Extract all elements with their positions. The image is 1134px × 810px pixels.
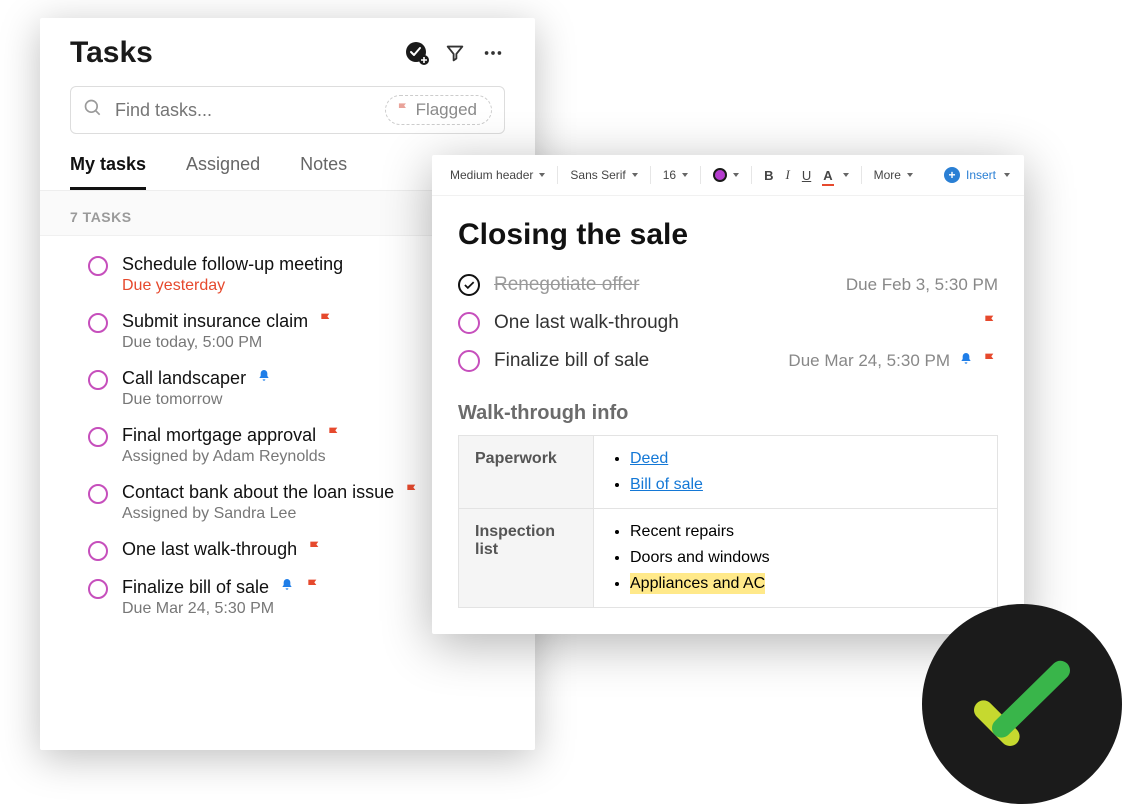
tasks-title: Tasks [70,36,153,70]
task-checkbox[interactable] [458,312,480,334]
filter-icon[interactable] [443,41,467,65]
bell-icon [279,577,295,598]
chevron-down-icon [733,173,739,177]
editor-toolbar: Medium header Sans Serif 16 B I U A More… [432,155,1024,196]
flagged-filter-chip[interactable]: Flagged [385,95,492,125]
table-header: Paperwork [459,436,594,509]
task-title: Contact bank about the loan issue [122,482,394,503]
chevron-down-icon [632,173,638,177]
note-task-title: Finalize bill of sale [494,350,649,372]
flag-icon [326,425,342,446]
task-title: One last walk-through [122,539,297,560]
flag-icon [307,539,323,560]
link-bill-of-sale[interactable]: Bill of sale [630,476,703,493]
task-checkbox[interactable] [88,313,108,333]
italic-button[interactable]: I [782,165,794,185]
tab-my-tasks[interactable]: My tasks [70,154,146,190]
tab-assigned[interactable]: Assigned [186,154,260,190]
flag-icon [404,482,420,503]
task-checkbox[interactable] [458,350,480,372]
search-icon [83,98,103,123]
tasks-header-actions [405,41,505,65]
bold-button[interactable]: B [760,166,777,185]
task-checkbox[interactable] [88,541,108,561]
flag-icon [396,100,410,120]
note-task-due: Due Mar 24, 5:30 PM [788,351,950,371]
tab-notes[interactable]: Notes [300,154,347,190]
chevron-down-icon [1004,173,1010,177]
fontsize-dropdown[interactable]: 16 [659,166,692,184]
task-title: Final mortgage approval [122,425,316,446]
color-picker[interactable] [709,166,743,184]
task-checkbox[interactable] [88,427,108,447]
info-table: Paperwork Deed Bill of sale Inspection l… [458,435,998,608]
chevron-down-icon [682,173,688,177]
flagged-chip-label: Flagged [416,100,477,120]
chevron-down-icon [539,173,545,177]
heading-dropdown[interactable]: Medium header [446,166,549,184]
checked-circle-icon[interactable] [458,274,480,296]
checkmark-icon [962,644,1082,764]
flag-icon [982,313,998,334]
note-task-row[interactable]: Finalize bill of sale Due Mar 24, 5:30 P… [458,342,998,380]
list-item: Appliances and AC [630,571,981,597]
highlighted-text: Appliances and AC [630,573,765,594]
note-section-heading: Walk-through info [458,402,998,425]
textcolor-button[interactable]: A [819,166,852,185]
more-dropdown[interactable]: More [870,166,917,184]
note-task-title: One last walk-through [494,312,679,334]
flag-icon [305,577,321,598]
note-task-due: Due Feb 3, 5:30 PM [846,275,998,295]
list-item: Recent repairs [630,519,981,545]
link-deed[interactable]: Deed [630,450,668,467]
task-title: Submit insurance claim [122,311,308,332]
more-icon[interactable] [481,41,505,65]
table-header: Inspection list [459,509,594,608]
task-title: Call landscaper [122,368,246,389]
task-title: Finalize bill of sale [122,577,269,598]
insert-button[interactable]: + Insert [944,167,1010,183]
underline-button[interactable]: U [798,166,815,185]
note-task-title: Renegotiate offer [494,274,639,296]
note-task-row[interactable]: Renegotiate offer Due Feb 3, 5:30 PM [458,266,998,304]
task-checkbox[interactable] [88,370,108,390]
note-title[interactable]: Closing the sale [458,218,998,252]
note-panel: Medium header Sans Serif 16 B I U A More… [432,155,1024,634]
flag-icon [982,351,998,372]
task-title: Schedule follow-up meeting [122,254,343,275]
flag-icon [318,311,334,332]
note-body: Closing the sale Renegotiate offer Due F… [432,196,1024,608]
list-item: Doors and windows [630,545,981,571]
search-box[interactable]: Flagged [70,86,505,134]
chevron-down-icon [907,173,913,177]
task-checkbox[interactable] [88,484,108,504]
add-task-icon[interactable] [405,41,429,65]
bell-icon [958,351,974,372]
color-ring-icon [713,168,727,182]
success-badge [922,604,1122,804]
bell-icon [256,368,272,389]
search-input[interactable] [113,99,375,122]
task-checkbox[interactable] [88,256,108,276]
chevron-down-icon [843,173,849,177]
note-task-row[interactable]: One last walk-through [458,304,998,342]
font-dropdown[interactable]: Sans Serif [566,166,641,184]
task-checkbox[interactable] [88,579,108,599]
plus-icon: + [944,167,960,183]
